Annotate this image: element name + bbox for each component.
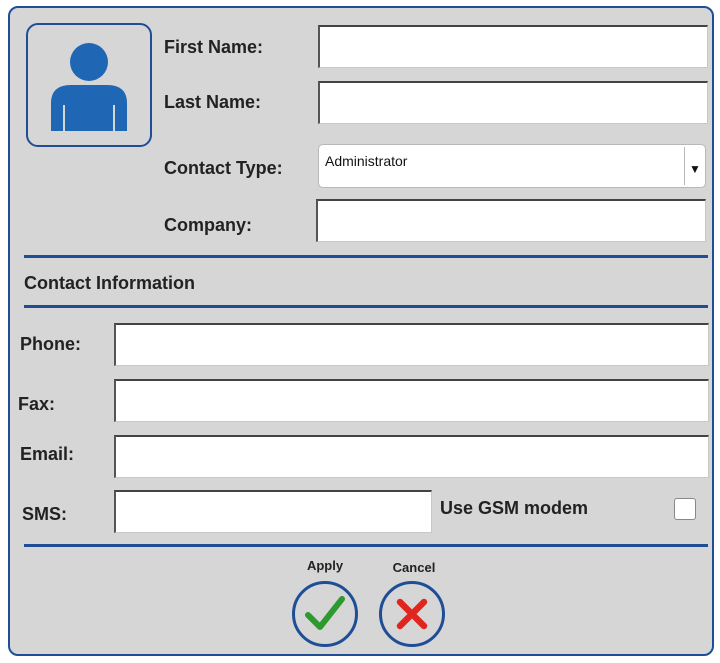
- divider: [24, 305, 708, 308]
- apply-label: Apply: [306, 558, 344, 573]
- chevron-down-icon[interactable]: ▼: [684, 147, 705, 185]
- fax-field[interactable]: [114, 379, 709, 422]
- contact-dialog: First Name: Last Name: Contact Type: Adm…: [8, 6, 714, 656]
- contact-type-select[interactable]: Administrator ▼: [318, 144, 706, 188]
- gsm-modem-label: Use GSM modem: [440, 498, 589, 518]
- phone-label: Phone:: [20, 334, 81, 354]
- sms-label: SMS:: [22, 504, 67, 524]
- fax-label: Fax:: [18, 394, 56, 414]
- sms-field[interactable]: [114, 490, 432, 533]
- x-icon: [396, 598, 428, 630]
- cancel-label: Cancel: [392, 560, 436, 575]
- email-label: Email:: [20, 444, 75, 464]
- divider: [24, 255, 708, 258]
- gsm-modem-checkbox[interactable]: [674, 498, 696, 520]
- contact-type-value: Administrator: [325, 153, 408, 169]
- contact-type-label: Contact Type:: [164, 158, 283, 178]
- company-field[interactable]: [316, 199, 706, 242]
- contact-section-title: Contact Information: [24, 273, 195, 293]
- last-name-label: Last Name:: [164, 92, 262, 112]
- cancel-button[interactable]: [379, 581, 445, 647]
- checkmark-icon: [305, 596, 345, 630]
- phone-field[interactable]: [114, 323, 709, 366]
- email-field[interactable]: [114, 435, 709, 478]
- person-icon: [51, 43, 127, 131]
- company-label: Company:: [164, 215, 253, 235]
- divider: [24, 544, 708, 547]
- first-name-field[interactable]: [318, 25, 708, 68]
- first-name-label: First Name:: [164, 37, 264, 57]
- avatar[interactable]: [26, 23, 152, 147]
- last-name-field[interactable]: [318, 81, 708, 124]
- apply-button[interactable]: [292, 581, 358, 647]
